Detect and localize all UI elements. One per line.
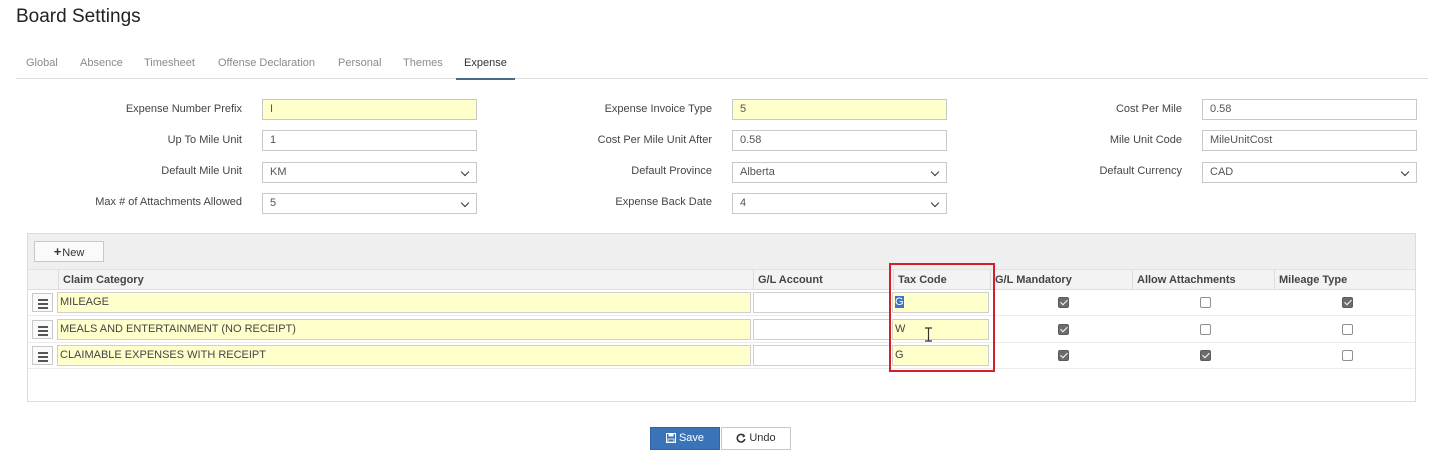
undo-icon [736, 433, 746, 443]
new-button[interactable]: +New [34, 241, 104, 262]
default-province-label: Default Province [631, 165, 712, 177]
max-attachments-select[interactable]: 5 [262, 193, 477, 214]
tab-bar: Global Absence Timesheet Offense Declara… [16, 50, 1428, 80]
tab-absence[interactable]: Absence [80, 50, 123, 79]
text-cursor-icon [925, 327, 932, 342]
max-attachments-label: Max # of Attachments Allowed [95, 196, 242, 208]
up-to-mile-unit-input[interactable]: 1 [262, 130, 477, 151]
grid-header: Claim Category G/L Account Tax Code G/L … [28, 270, 1415, 290]
column-header-allow-attachments[interactable]: Allow Attachments [1132, 270, 1236, 290]
row-menu-button[interactable] [32, 320, 53, 339]
claim-category-cell[interactable]: CLAIMABLE EXPENSES WITH RECEIPT [57, 345, 751, 366]
up-to-mile-unit-label: Up To Mile Unit [167, 134, 242, 146]
claim-category-cell[interactable]: MEALS AND ENTERTAINMENT (NO RECEIPT) [57, 319, 751, 340]
floppy-disk-icon [665, 433, 676, 443]
save-button[interactable]: Save [650, 427, 720, 450]
save-button-label: Save [678, 432, 705, 444]
default-mile-unit-select[interactable]: KM [262, 162, 477, 183]
column-header-claim-category[interactable]: Claim Category [58, 270, 144, 290]
tax-code-cell[interactable]: G [892, 292, 989, 313]
undo-button[interactable]: Undo [721, 427, 791, 450]
cost-per-mile-label: Cost Per Mile [1115, 103, 1182, 115]
expense-back-date-select[interactable]: 4 [732, 193, 947, 214]
expense-invoice-type-input[interactable]: 5 [732, 99, 947, 120]
gl-account-cell[interactable] [753, 345, 890, 366]
expense-back-date-label: Expense Back Date [615, 196, 712, 208]
allow-attachments-checkbox[interactable] [1200, 297, 1211, 308]
page-title: Board Settings [16, 6, 141, 27]
tab-personal[interactable]: Personal [338, 50, 381, 79]
claim-category-grid: +New Claim Category G/L Account Tax Code… [27, 233, 1416, 402]
tab-timesheet[interactable]: Timesheet [144, 50, 195, 79]
mileage-type-checkbox[interactable] [1342, 350, 1353, 361]
tax-code-selected-text: G [895, 296, 904, 308]
mile-unit-code-input[interactable]: MileUnitCost [1202, 130, 1417, 151]
expense-number-prefix-label: Expense Number Prefix [125, 103, 242, 115]
tab-themes[interactable]: Themes [403, 50, 443, 79]
mile-unit-code-label: Mile Unit Code [1109, 134, 1182, 146]
allow-attachments-checkbox[interactable] [1200, 324, 1211, 335]
expense-number-prefix-input[interactable]: I [262, 99, 477, 120]
column-header-gl-account[interactable]: G/L Account [753, 270, 823, 290]
expense-invoice-type-label: Expense Invoice Type [604, 103, 712, 115]
default-currency-label: Default Currency [1099, 165, 1182, 177]
table-row: MILEAGE G [28, 290, 1415, 316]
column-header-tax-code[interactable]: Tax Code [893, 270, 947, 290]
tab-expense[interactable]: Expense [456, 50, 515, 80]
column-header-mileage-type[interactable]: Mileage Type [1274, 270, 1347, 290]
mileage-type-checkbox[interactable] [1342, 324, 1353, 335]
claim-category-cell[interactable]: MILEAGE [57, 292, 751, 313]
grid-toolbar: +New [28, 234, 1415, 270]
tab-global[interactable]: Global [26, 50, 58, 79]
gl-mandatory-checkbox[interactable] [1058, 324, 1069, 335]
column-header-gl-mandatory[interactable]: G/L Mandatory [990, 270, 1072, 290]
cost-per-mile-input[interactable]: 0.58 [1202, 99, 1417, 120]
tax-code-cell[interactable]: G [892, 345, 989, 366]
table-row: MEALS AND ENTERTAINMENT (NO RECEIPT) W [28, 317, 1415, 343]
gl-account-cell[interactable] [753, 292, 890, 313]
mileage-type-checkbox[interactable] [1342, 297, 1353, 308]
default-province-select[interactable]: Alberta [732, 162, 947, 183]
cost-per-mile-unit-after-input[interactable]: 0.58 [732, 130, 947, 151]
cost-per-mile-unit-after-label: Cost Per Mile Unit After [597, 134, 712, 146]
tab-offense-declaration[interactable]: Offense Declaration [218, 50, 315, 79]
tax-code-cell[interactable]: W [892, 319, 989, 340]
table-row: CLAIMABLE EXPENSES WITH RECEIPT G [28, 343, 1415, 369]
default-mile-unit-label: Default Mile Unit [161, 165, 242, 177]
allow-attachments-checkbox[interactable] [1200, 350, 1211, 361]
default-currency-select[interactable]: CAD [1202, 162, 1417, 183]
gl-account-cell[interactable] [753, 319, 890, 340]
undo-button-label: Undo [749, 432, 776, 444]
row-menu-button[interactable] [32, 346, 53, 365]
gl-mandatory-checkbox[interactable] [1058, 350, 1069, 361]
plus-icon: + [53, 244, 62, 259]
row-menu-button[interactable] [32, 293, 53, 312]
new-button-label: New [62, 247, 85, 259]
gl-mandatory-checkbox[interactable] [1058, 297, 1069, 308]
